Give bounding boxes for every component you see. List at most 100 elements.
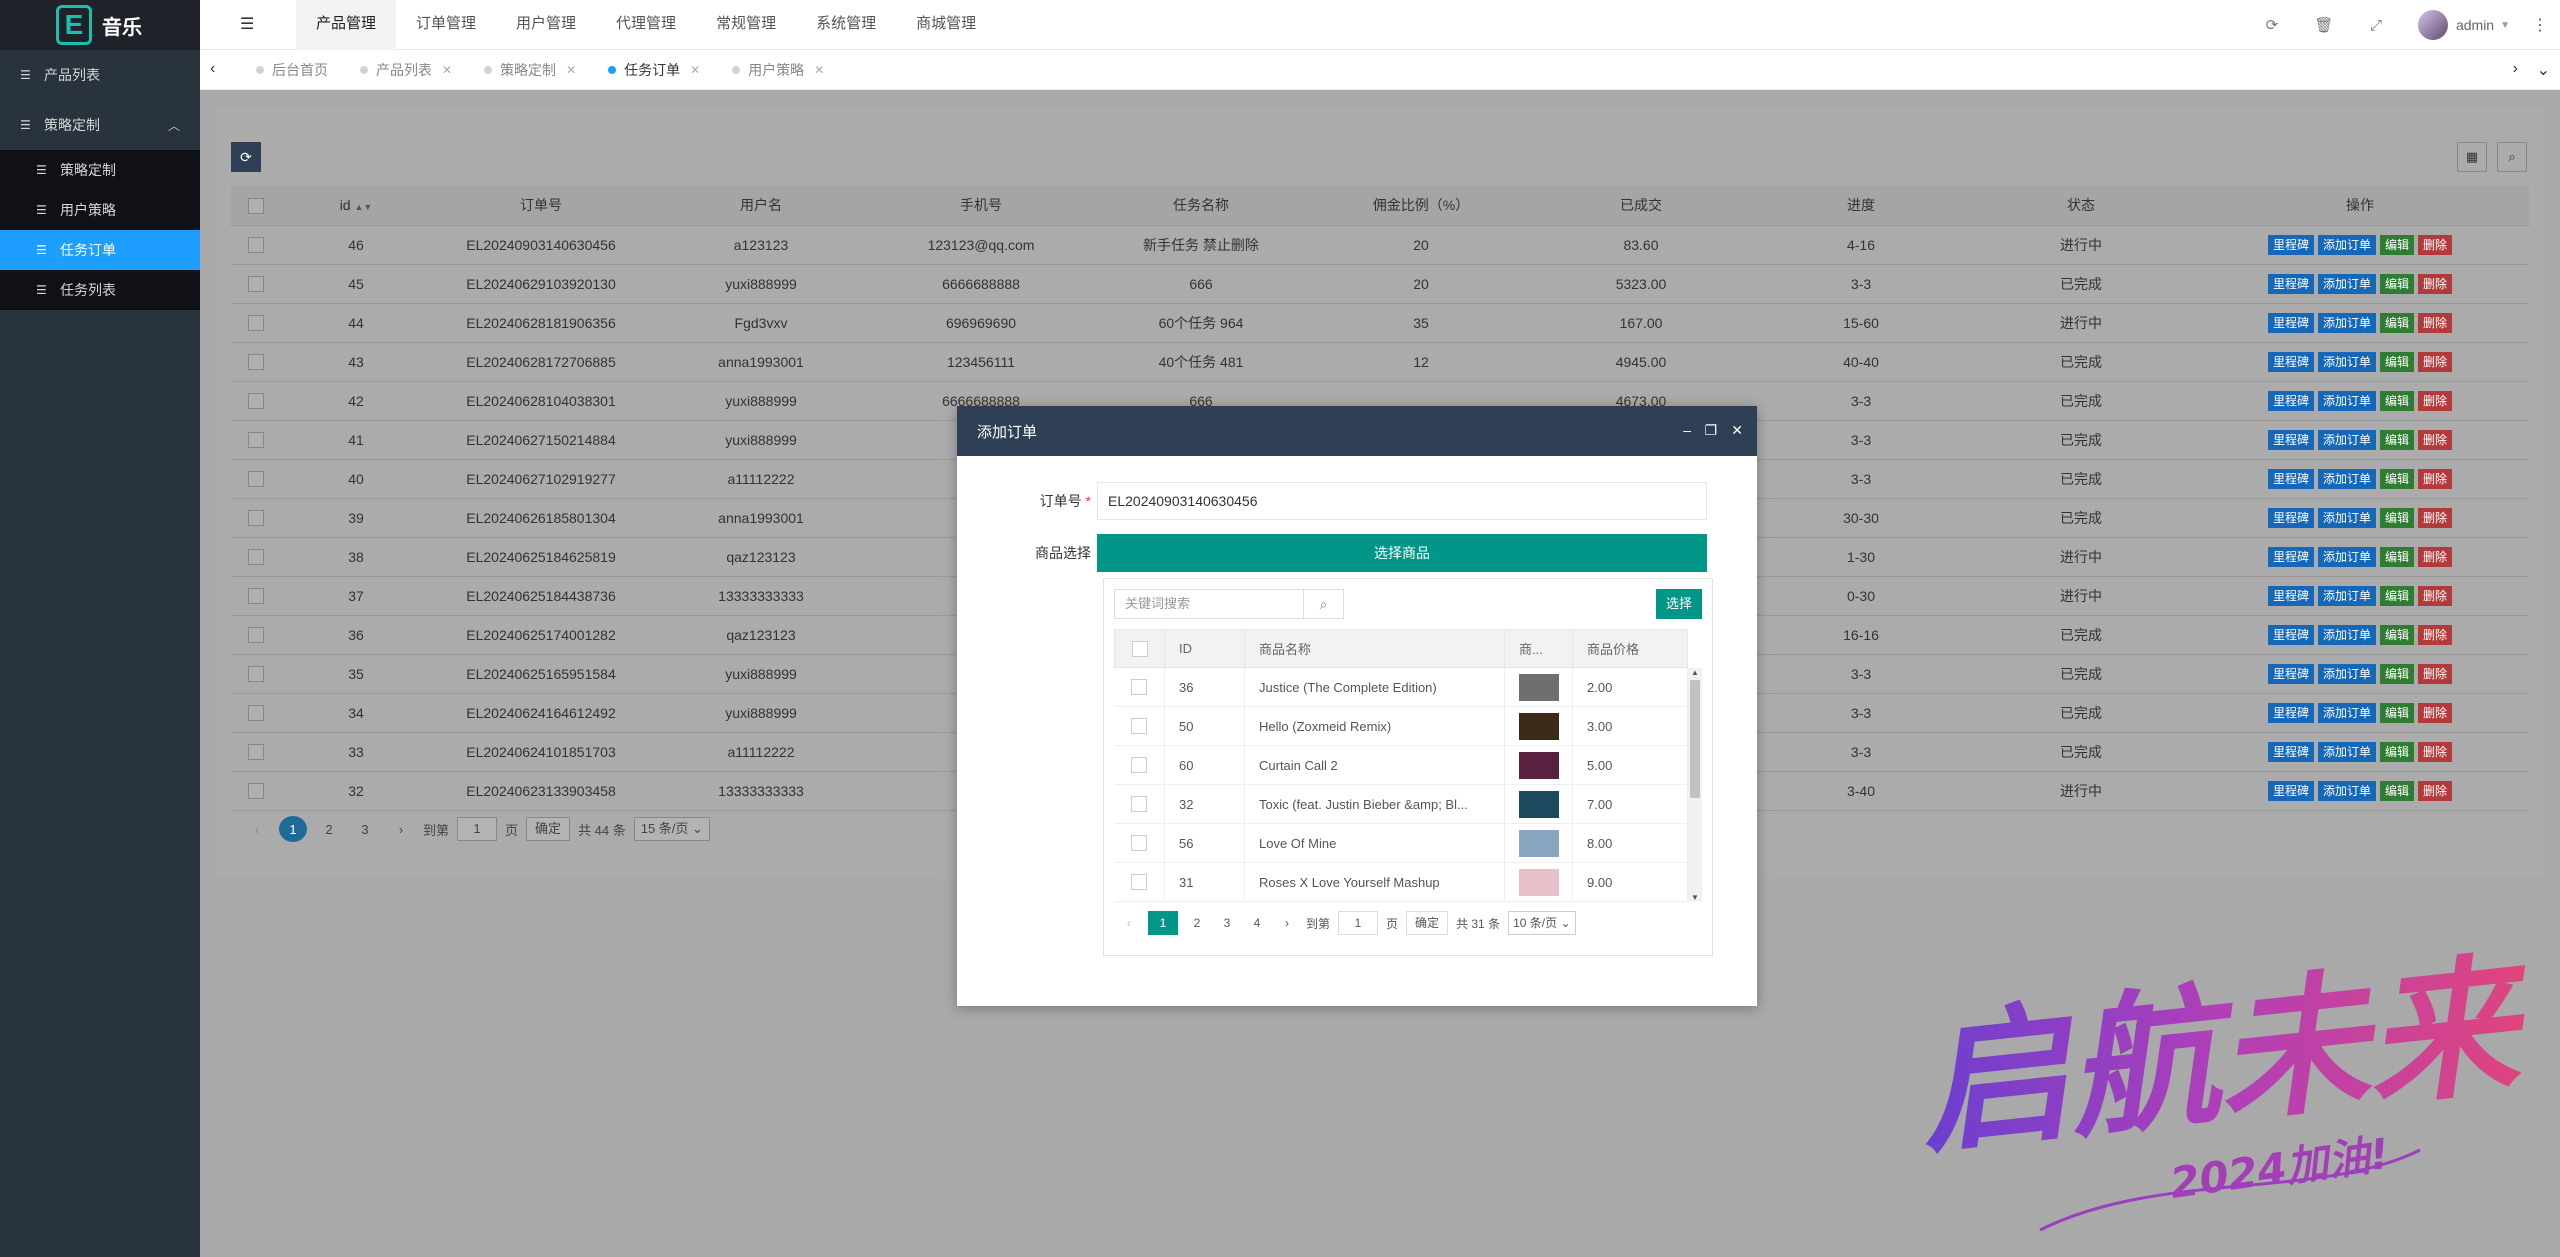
avatar[interactable] [2417,10,2448,40]
sidebar-item-user-strategy[interactable]: ☰ 用户策略 [0,190,200,230]
add-order-button[interactable]: 添加订单 [2317,624,2376,645]
row-select[interactable] [231,576,281,616]
row-select[interactable] [231,771,281,811]
delete-button[interactable]: 删除 [2418,702,2453,723]
row-checkbox[interactable] [1131,835,1148,852]
row-select[interactable] [231,420,281,460]
username[interactable]: admin [2456,17,2494,33]
delete-button[interactable]: 删除 [2418,234,2453,255]
edit-button[interactable]: 编辑 [2380,234,2415,255]
tab-task-orders[interactable]: 任务订单 ✕ [592,50,716,90]
row-checkbox[interactable] [1131,718,1148,735]
row-checkbox[interactable] [248,549,264,566]
close-icon[interactable]: ✕ [442,50,452,90]
row-select[interactable] [231,732,281,772]
scrollbar-thumb[interactable] [1690,680,1700,798]
chevron-right-icon[interactable]: › [2513,60,2518,78]
delete-button[interactable]: 删除 [2418,741,2453,762]
edit-button[interactable]: 编辑 [2380,624,2415,645]
topnav-orders[interactable]: 订单管理 [396,0,496,50]
add-order-button[interactable]: 添加订单 [2317,702,2376,723]
edit-button[interactable]: 编辑 [2380,429,2415,450]
product-row[interactable]: 31 Roses X Love Yourself Mashup 9.00 [1114,862,1688,902]
delete-button[interactable]: 删除 [2418,546,2453,567]
scroll-up-icon[interactable]: ▲ [1691,668,1699,677]
next-page-icon[interactable]: › [1276,911,1298,935]
milestone-button[interactable]: 里程碑 [2267,312,2314,333]
milestone-button[interactable]: 里程碑 [2267,741,2314,762]
add-order-button[interactable]: 添加订单 [2317,741,2376,762]
edit-button[interactable]: 编辑 [2380,351,2415,372]
row-checkbox[interactable] [248,276,264,293]
row-checkbox[interactable] [248,666,264,683]
scroll-down-icon[interactable]: ▼ [1691,893,1699,902]
next-page-icon[interactable]: › [387,816,415,842]
topnav-mall[interactable]: 商城管理 [896,0,996,50]
milestone-button[interactable]: 里程碑 [2267,585,2314,606]
sidebar-item-product-list[interactable]: ☰ 产品列表 [0,50,200,100]
row-checkbox[interactable] [248,237,264,254]
edit-button[interactable]: 编辑 [2380,273,2415,294]
milestone-button[interactable]: 里程碑 [2267,429,2314,450]
row-select[interactable] [231,381,281,421]
sidebar-item-strategy[interactable]: ☰ 策略定制 ︿ [0,100,200,150]
table-refresh-button[interactable]: ⟳ [231,142,261,172]
milestone-button[interactable]: 里程碑 [2267,273,2314,294]
trash-icon[interactable]: 🗑 [2298,16,2350,34]
row-checkbox[interactable] [248,471,264,488]
row-select[interactable] [1114,706,1165,746]
delete-button[interactable]: 删除 [2418,663,2453,684]
row-checkbox[interactable] [248,627,264,644]
prev-page-icon[interactable]: ‹ [243,816,271,842]
add-order-button[interactable]: 添加订单 [2317,234,2376,255]
search-toggle-button[interactable]: ⌕ [2497,142,2527,172]
row-checkbox[interactable] [1131,796,1148,813]
add-order-button[interactable]: 添加订单 [2317,273,2376,294]
add-order-button[interactable]: 添加订单 [2317,351,2376,372]
table-scrollbar[interactable]: ▲ ▼ [1688,668,1702,902]
row-checkbox[interactable] [1131,757,1148,774]
delete-button[interactable]: 删除 [2418,312,2453,333]
milestone-button[interactable]: 里程碑 [2267,663,2314,684]
minimize-icon[interactable]: – [1683,422,1691,438]
row-checkbox[interactable] [1131,874,1148,891]
topnav-product[interactable]: 产品管理 [296,0,397,50]
add-order-button[interactable]: 添加订单 [2317,468,2376,489]
delete-button[interactable]: 删除 [2418,351,2453,372]
milestone-button[interactable]: 里程碑 [2267,624,2314,645]
row-select[interactable] [1114,667,1165,707]
page-3[interactable]: 3 [1216,911,1238,935]
milestone-button[interactable]: 里程碑 [2267,390,2314,411]
sidebar-item-task-list[interactable]: ☰ 任务列表 [0,270,200,310]
product-row[interactable]: 56 Love Of Mine 8.00 [1114,823,1688,863]
row-select[interactable] [1114,745,1165,785]
goto-confirm-button[interactable]: 确定 [1406,911,1449,935]
sort-icon[interactable]: ▲▼ [354,202,372,212]
page-size-select[interactable]: 10 条/页 ⌄ [1508,911,1576,935]
row-select[interactable] [231,303,281,343]
order-no-input[interactable]: EL20240903140630456 [1097,482,1707,520]
delete-button[interactable]: 删除 [2418,624,2453,645]
row-select[interactable] [231,615,281,655]
goto-confirm-button[interactable]: 确定 [526,817,571,841]
row-select[interactable] [231,693,281,733]
edit-button[interactable]: 编辑 [2380,663,2415,684]
add-order-button[interactable]: 添加订单 [2317,585,2376,606]
edit-button[interactable]: 编辑 [2380,741,2415,762]
row-select[interactable] [231,498,281,538]
page-1[interactable]: 1 [279,816,307,842]
page-2[interactable]: 2 [1186,911,1208,935]
delete-button[interactable]: 删除 [2418,273,2453,294]
edit-button[interactable]: 编辑 [2380,468,2415,489]
milestone-button[interactable]: 里程碑 [2267,351,2314,372]
edit-button[interactable]: 编辑 [2380,312,2415,333]
row-select[interactable] [231,654,281,694]
milestone-button[interactable]: 里程碑 [2267,507,2314,528]
edit-button[interactable]: 编辑 [2380,780,2415,801]
add-order-button[interactable]: 添加订单 [2317,429,2376,450]
menu-toggle-icon[interactable]: ☰ [240,14,254,34]
add-order-button[interactable]: 添加订单 [2317,312,2376,333]
tab-product-list[interactable]: 产品列表 ✕ [344,50,468,90]
row-checkbox[interactable] [248,432,264,449]
close-icon[interactable]: ✕ [566,50,576,90]
